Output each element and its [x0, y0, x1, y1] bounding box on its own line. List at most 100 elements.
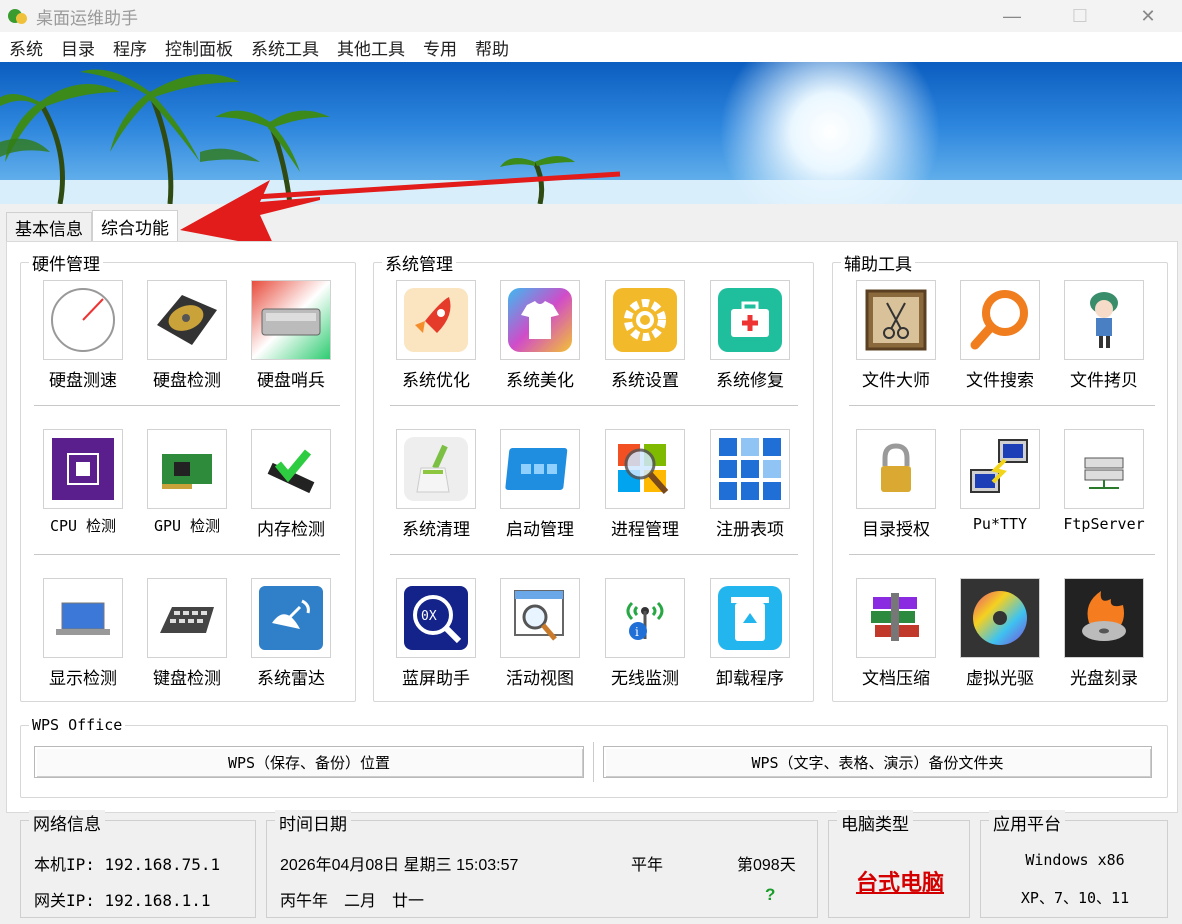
magnifier-icon — [970, 290, 1028, 350]
datetime-legend: 时间日期 — [275, 810, 351, 835]
directory-permission-label: 目录授权 — [862, 520, 930, 539]
system-repair-button[interactable]: 系统修复 — [700, 280, 800, 391]
window-title: 桌面运维助手 — [36, 8, 138, 28]
local-ip: 本机IP: 192.168.75.1 — [34, 855, 221, 874]
speedometer-icon — [51, 288, 115, 352]
platform-os: Windows x86 — [1025, 851, 1125, 869]
memory-check-label: 内存检测 — [257, 520, 325, 539]
file-copy-button[interactable]: 文件拷贝 — [1054, 280, 1154, 391]
tab-basic-info[interactable]: 基本信息 — [6, 212, 92, 242]
uninstall-label: 卸载程序 — [716, 669, 784, 688]
divider — [849, 554, 1155, 556]
disk-check-label: 硬盘检测 — [153, 371, 221, 390]
winrar-books-icon — [871, 593, 919, 641]
disc-burn-button[interactable]: 光盘刻录 — [1054, 578, 1154, 689]
gpu-card-icon — [162, 454, 212, 489]
system-repair-label: 系统修复 — [716, 371, 784, 390]
tab-integrated-functions[interactable]: 综合功能 — [92, 210, 178, 242]
menu-help[interactable]: 帮助 — [466, 35, 518, 60]
display-check-label: 显示检测 — [49, 669, 117, 688]
system-beautify-label: 系统美化 — [506, 371, 574, 390]
disk-sentinel-button[interactable]: 硬盘哨兵 — [241, 280, 341, 391]
cpu-icon — [52, 438, 114, 500]
anime-character-icon — [1090, 292, 1118, 348]
menu-programs[interactable]: 程序 — [104, 35, 156, 60]
system-beautify-button[interactable]: 系统美化 — [490, 280, 590, 391]
activity-view-button[interactable]: 活动视图 — [490, 578, 590, 689]
system-clean-button[interactable]: 系统清理 — [386, 429, 486, 540]
keyboard-icon — [160, 607, 214, 633]
menu-system-tools[interactable]: 系统工具 — [242, 35, 328, 60]
gateway-ip: 网关IP: 192.168.1.1 — [34, 891, 211, 910]
disk-check-button[interactable]: 硬盘检测 — [137, 280, 237, 391]
file-master-button[interactable]: 文件大师 — [846, 280, 946, 391]
menu-system[interactable]: 系统 — [0, 35, 52, 60]
menu-control-panel[interactable]: 控制面板 — [156, 35, 242, 60]
minimize-button[interactable]: — — [978, 0, 1046, 32]
memory-check-button[interactable]: 内存检测 — [241, 429, 341, 540]
scissors-icon — [865, 289, 927, 351]
close-button[interactable]: ✕ — [1114, 0, 1182, 32]
network-legend: 网络信息 — [29, 810, 105, 835]
directory-permission-button[interactable]: 目录授权 — [846, 429, 946, 540]
padlock-icon — [881, 443, 911, 492]
gpu-check-button[interactable]: GPU 检测 — [137, 429, 237, 536]
tab-strip: 基本信息 综合功能 — [6, 210, 178, 242]
menu-other-tools[interactable]: 其他工具 — [328, 35, 414, 60]
first-aid-icon — [718, 288, 782, 352]
startup-manager-button[interactable]: 启动管理 — [490, 429, 590, 540]
hardware-legend: 硬件管理 — [32, 255, 100, 274]
startup-window-icon — [505, 448, 568, 490]
system-settings-button[interactable]: 系统设置 — [595, 280, 695, 391]
maximize-button[interactable]: ☐ — [1046, 0, 1114, 32]
divider — [390, 554, 798, 556]
cpu-check-button[interactable]: CPU 检测 — [33, 429, 133, 536]
keyboard-check-button[interactable]: 键盘检测 — [137, 578, 237, 689]
cpu-check-label: CPU 检测 — [49, 517, 117, 535]
lunar-date: 丙午年 二月 廿一 — [280, 893, 425, 910]
divider — [390, 405, 798, 407]
file-search-label: 文件搜索 — [966, 371, 1034, 390]
keyboard-check-label: 键盘检测 — [153, 669, 221, 688]
putty-button[interactable]: Pu*TTY — [950, 429, 1050, 533]
wps-save-location-button[interactable]: WPS（保存、备份）位置 — [34, 746, 584, 778]
menu-special[interactable]: 专用 — [414, 35, 466, 60]
pc-type-value[interactable]: 台式电脑 — [829, 865, 971, 897]
putty-icon — [970, 439, 1028, 493]
menu-directory[interactable]: 目录 — [52, 35, 104, 60]
system-legend: 系统管理 — [385, 255, 453, 274]
uninstall-button[interactable]: 卸载程序 — [700, 578, 800, 689]
process-manager-button[interactable]: 进程管理 — [595, 429, 695, 540]
bluescreen-helper-button[interactable]: 0X 蓝屏助手 — [386, 578, 486, 689]
file-search-button[interactable]: 文件搜索 — [950, 280, 1050, 391]
svg-text:i: i — [635, 625, 639, 639]
ftp-server-label: FtpServer — [1063, 515, 1145, 533]
disk-sentinel-label: 硬盘哨兵 — [257, 371, 325, 390]
optical-disc-icon — [973, 591, 1027, 645]
registry-button[interactable]: 注册表项 — [700, 429, 800, 540]
gpu-check-label: GPU 检测 — [153, 517, 221, 535]
divider — [34, 554, 340, 556]
pc-type-legend: 电脑类型 — [837, 810, 913, 835]
system-optimize-button[interactable]: 系统优化 — [386, 280, 486, 391]
system-radar-button[interactable]: 系统雷达 — [241, 578, 341, 689]
disk-speed-button[interactable]: 硬盘测速 — [33, 280, 133, 391]
recycle-bin-icon — [718, 586, 782, 650]
virtual-drive-button[interactable]: 虚拟光驱 — [950, 578, 1050, 689]
virtual-drive-label: 虚拟光驱 — [966, 669, 1034, 688]
archive-label: 文档压缩 — [862, 669, 930, 688]
current-datetime: 2026年04月08日 星期三 15:03:57 — [280, 857, 519, 874]
datetime-box: 时间日期 2026年04月08日 星期三 15:03:57 平年 第098天 丙… — [266, 810, 818, 918]
platform-box: 应用平台 Windows x86 XP、7、10、11 — [980, 810, 1168, 918]
memory-check-icon — [267, 449, 315, 494]
process-search-icon — [618, 444, 669, 494]
ftp-server-button[interactable]: FtpServer — [1054, 429, 1154, 533]
system-optimize-label: 系统优化 — [402, 371, 470, 390]
laptop-icon — [56, 602, 110, 635]
file-copy-label: 文件拷贝 — [1070, 371, 1138, 390]
wireless-monitor-label: 无线监测 — [611, 669, 679, 688]
display-check-button[interactable]: 显示检测 — [33, 578, 133, 689]
wireless-monitor-button[interactable]: i 无线监测 — [595, 578, 695, 689]
archive-button[interactable]: 文档压缩 — [846, 578, 946, 689]
wps-backup-folder-button[interactable]: WPS（文字、表格、演示）备份文件夹 — [603, 746, 1152, 778]
